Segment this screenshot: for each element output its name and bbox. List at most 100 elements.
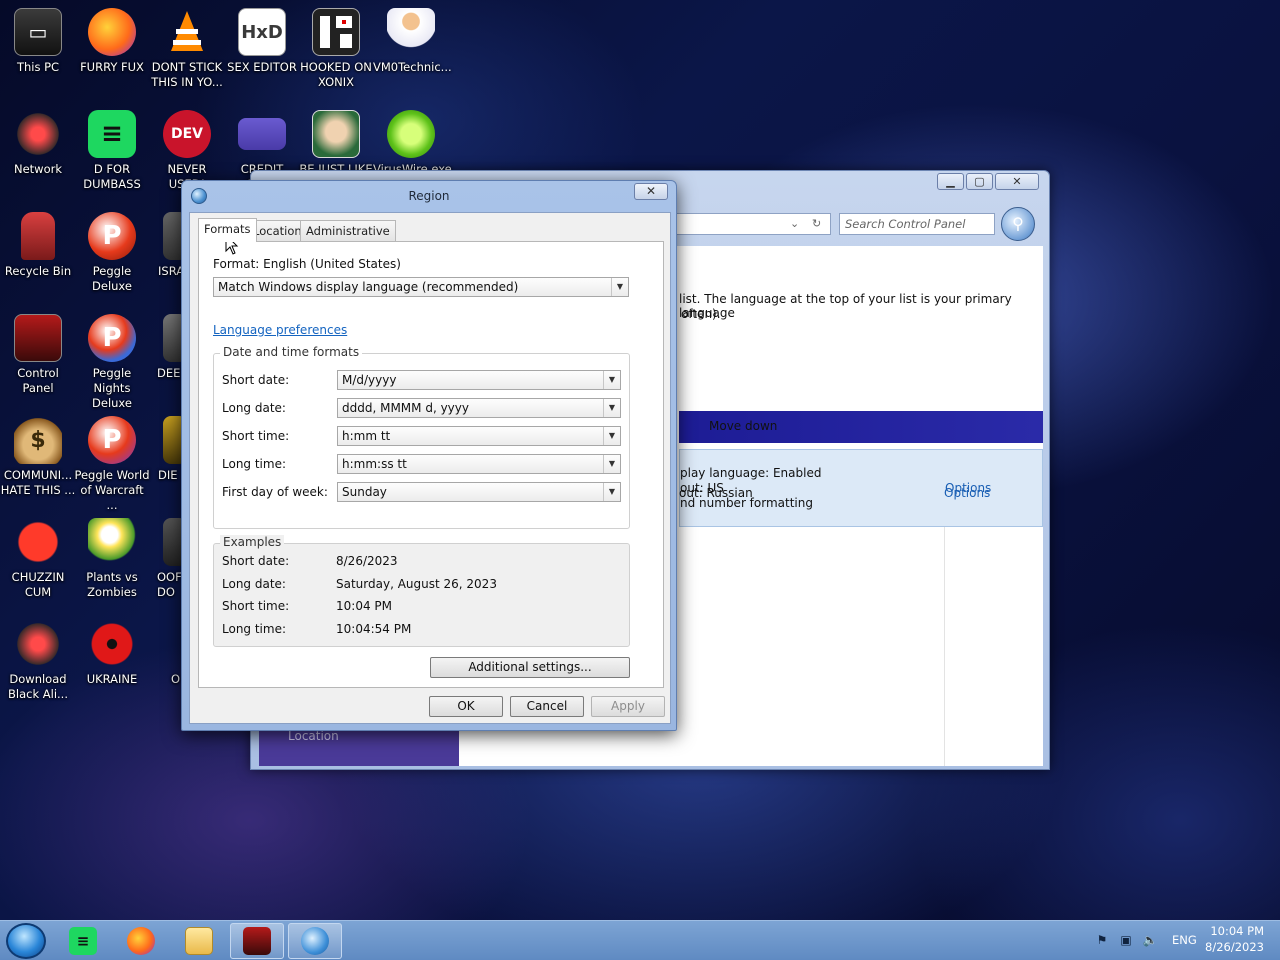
- desktop-icon-d-for-dumbass[interactable]: ≡ D FOR DUMBASS: [74, 110, 150, 192]
- taskbar: ≡: [0, 920, 1280, 960]
- example-long-date-label: Long date:: [222, 577, 286, 591]
- chevron-down-icon: ▼: [603, 455, 620, 473]
- taskbar-app-explorer[interactable]: [172, 923, 226, 959]
- desktop-icon-pvz[interactable]: Plants vs Zombies: [74, 518, 150, 600]
- plants-vs-zombies-icon: [88, 518, 136, 566]
- desktop-icon-label: Network: [13, 162, 63, 176]
- input-language-indicator[interactable]: ENG: [1172, 933, 1197, 947]
- desktop-icon-furry-fux[interactable]: FURRY FUX: [74, 8, 150, 75]
- russian-input-method: out: Russian: [679, 486, 753, 500]
- apply-button[interactable]: Apply: [591, 696, 665, 717]
- address-bar[interactable]: ⌄ ↻: [671, 213, 831, 235]
- long-date-value: dddd, MMMM d, yyyy: [342, 401, 469, 415]
- peggle-icon: P: [88, 212, 136, 260]
- desktop-icon-label: DONT STICK THIS IN YO...: [151, 60, 223, 89]
- desktop-icon-hooked-on-xonix[interactable]: HOOKED ON XONIX: [298, 8, 374, 90]
- long-date-select[interactable]: dddd, MMMM d, yyyy ▼: [337, 398, 621, 418]
- limewire-icon: [387, 110, 435, 158]
- format-select-value: Match Windows display language (recommen…: [218, 280, 519, 294]
- desktop-icon-label: Recycle Bin: [4, 264, 72, 278]
- start-button[interactable]: [6, 923, 46, 959]
- maximize-button[interactable]: ▢: [966, 173, 993, 190]
- desktop-icon-peggle-deluxe[interactable]: P Peggle Deluxe: [74, 212, 150, 294]
- tab-administrative[interactable]: Administrative: [300, 220, 396, 241]
- network-tray-icon[interactable]: ▣: [1118, 933, 1134, 947]
- minimize-button[interactable]: ▁: [937, 173, 964, 190]
- column-divider: [944, 527, 945, 766]
- control-panel-icon: [14, 314, 62, 362]
- move-down-button[interactable]: Move down: [709, 419, 777, 433]
- desktop-icon-download-black[interactable]: Download Black Ali...: [0, 620, 76, 702]
- taskbar-clock[interactable]: 10:04 PM 8/26/2023: [1205, 923, 1264, 955]
- folder-icon: [185, 927, 213, 955]
- taskbar-app-firefox[interactable]: [114, 923, 168, 959]
- download-icon: [14, 620, 62, 668]
- elf-icon: [312, 110, 360, 158]
- action-center-flag-icon[interactable]: ⚑: [1094, 933, 1110, 947]
- desktop-icon-dont-stick[interactable]: DONT STICK THIS IN YO...: [149, 8, 225, 90]
- chevron-down-icon: ▼: [603, 427, 620, 445]
- dialog-body: Formats Location Administrative Format: …: [189, 212, 671, 724]
- desktop-icon-control-panel[interactable]: Control Panel: [0, 314, 76, 396]
- region-dialog[interactable]: Region ✕ Formats Location Administrative…: [181, 180, 677, 731]
- taskbar-app-control-panel[interactable]: [230, 923, 284, 959]
- desktop-icon-be-just-like[interactable]: BE JUST LIKE: [298, 110, 374, 177]
- desktop-icon-recycle-bin[interactable]: Recycle Bin: [0, 212, 76, 279]
- taskbar-app-notes[interactable]: ≡: [56, 923, 110, 959]
- peggle-nights-icon: P: [88, 314, 136, 362]
- short-time-select[interactable]: h:mm tt ▼: [337, 426, 621, 446]
- desktop-icon-sex-editor[interactable]: HxD SEX EDITOR: [224, 8, 300, 75]
- additional-settings-button[interactable]: Additional settings...: [430, 657, 630, 678]
- desktop-icon-communi[interactable]: $ COMMUNI... HATE THIS ...: [0, 416, 76, 498]
- dialog-close-button[interactable]: ✕: [634, 183, 668, 200]
- examples-title: Examples: [220, 535, 285, 549]
- close-button[interactable]: ✕: [995, 173, 1039, 190]
- cancel-button[interactable]: Cancel: [510, 696, 584, 717]
- first-day-of-week-label: First day of week:: [222, 485, 328, 499]
- chevron-down-icon[interactable]: ⌄: [790, 217, 799, 230]
- desktop-icon-peggle-wow[interactable]: P Peggle World of Warcraft ...: [74, 416, 150, 513]
- dialog-title: Region: [408, 189, 450, 203]
- long-time-select[interactable]: h:mm:ss tt ▼: [337, 454, 621, 474]
- examples-group: Examples Short date: 8/26/2023 Long date…: [213, 535, 630, 647]
- ok-button[interactable]: OK: [429, 696, 503, 717]
- long-date-label: Long date:: [222, 401, 286, 415]
- desktop-icon-vm0technic[interactable]: VM0Technic...: [373, 8, 452, 75]
- volume-icon[interactable]: 🔈: [1142, 933, 1158, 947]
- spotify-like-icon: ≡: [88, 110, 136, 158]
- desktop-icon-peggle-nights[interactable]: P Peggle Nights Deluxe: [74, 314, 150, 411]
- taskbar-app-region[interactable]: [288, 923, 342, 959]
- xonix-icon: [312, 8, 360, 56]
- search-input[interactable]: Search Control Panel: [839, 213, 995, 235]
- example-long-time-value: 10:04:54 PM: [336, 622, 412, 636]
- format-select[interactable]: Match Windows display language (recommen…: [213, 277, 629, 297]
- desktop-icon-label: Plants vs Zombies: [86, 570, 138, 599]
- network-icon: [14, 110, 62, 158]
- globe-clock-icon: [301, 927, 329, 955]
- desktop-icon-label: Peggle World of Warcraft ...: [74, 468, 150, 512]
- example-long-time-label: Long time:: [222, 622, 287, 636]
- vlc-cone-icon: [163, 8, 211, 56]
- doctor-icon: [387, 8, 435, 56]
- desktop-icon-chuzzin[interactable]: CHUZZIN CUM: [0, 518, 76, 600]
- desktop-icon-ukraine[interactable]: UKRAINE: [74, 620, 150, 687]
- tab-formats[interactable]: Formats: [198, 218, 257, 242]
- hxd-icon: HxD: [238, 8, 286, 56]
- short-date-select[interactable]: M/d/yyyy ▼: [337, 370, 621, 390]
- first-day-of-week-value: Sunday: [342, 485, 387, 499]
- first-day-of-week-select[interactable]: Sunday ▼: [337, 482, 621, 502]
- date-time-formats-title: Date and time formats: [220, 345, 363, 359]
- desktop-icon-network[interactable]: Network: [0, 110, 76, 177]
- example-short-time-value: 10:04 PM: [336, 599, 392, 613]
- desktop-icon-this-pc[interactable]: ▭ This PC: [0, 8, 76, 75]
- desktop-icon-label: Control Panel: [17, 366, 59, 395]
- desktop-icon-label: UKRAINE: [86, 672, 138, 686]
- russian-options-link[interactable]: Options: [944, 486, 990, 500]
- example-short-time-label: Short time:: [222, 599, 290, 613]
- refresh-icon[interactable]: ↻: [812, 217, 821, 230]
- language-preferences-link[interactable]: Language preferences: [213, 323, 347, 337]
- desktop-icon-viruswire[interactable]: VirusWire.exe: [373, 110, 452, 177]
- short-time-label: Short time:: [222, 429, 290, 443]
- chevron-down-icon: ▼: [611, 278, 628, 296]
- search-icon[interactable]: ⚲: [1001, 207, 1035, 241]
